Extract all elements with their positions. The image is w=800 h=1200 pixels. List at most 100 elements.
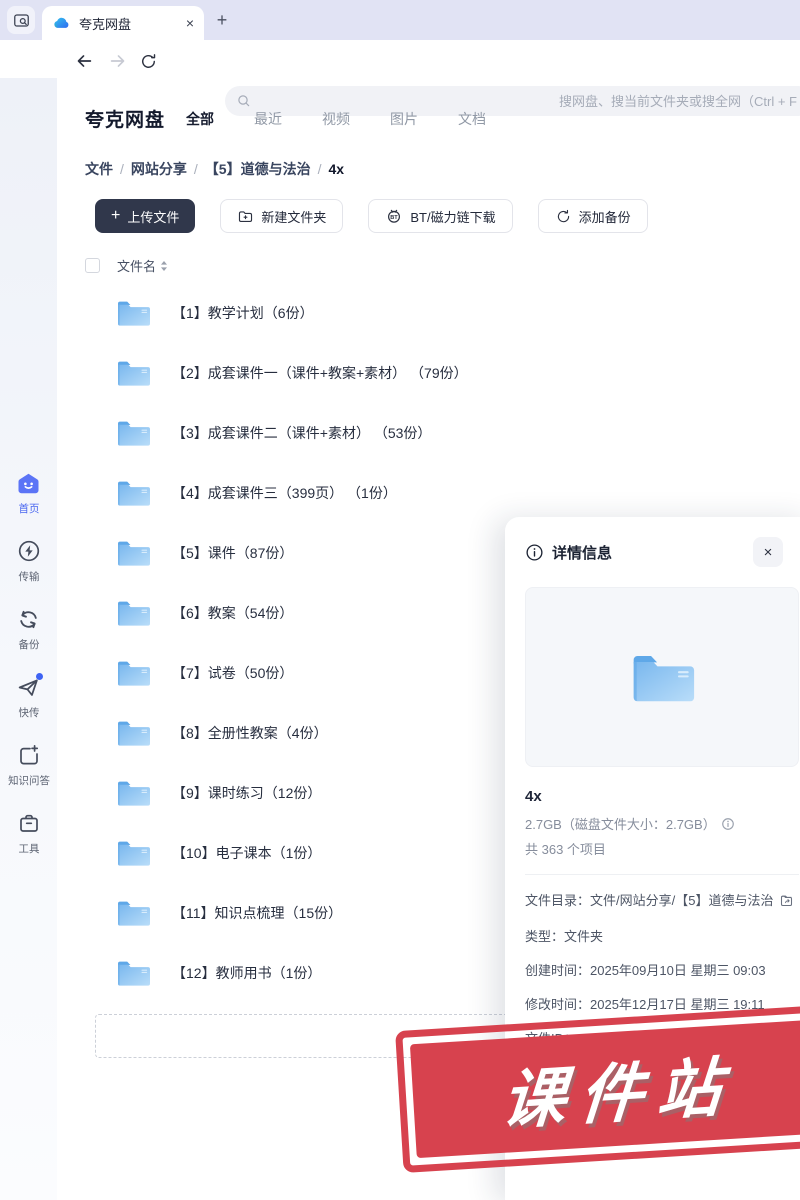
stamp-background: 课件站: [410, 1020, 800, 1158]
browser-titlebar: 夸克网盘 × +: [0, 0, 800, 40]
file-name: 【2】成套课件一（课件+教案+素材） （79份）: [172, 363, 468, 383]
file-row[interactable]: 【1】教学计划（6份）: [115, 283, 495, 343]
details-file-name: 4x: [525, 788, 797, 805]
file-row[interactable]: 【9】课时练习（12份）: [115, 763, 495, 823]
folder-icon: [115, 298, 151, 328]
tab-all[interactable]: 全部: [186, 109, 214, 129]
breadcrumb-current: 4x: [328, 161, 344, 177]
breadcrumb-morality-law[interactable]: 【5】道德与法治: [205, 159, 311, 179]
details-close-button[interactable]: ×: [753, 537, 783, 567]
notification-dot: [36, 673, 43, 680]
file-name: 【7】试卷（50份）: [172, 663, 293, 683]
folder-icon: [115, 358, 151, 388]
file-row[interactable]: 【6】教案（54份）: [115, 583, 495, 643]
select-all-checkbox[interactable]: [85, 258, 100, 273]
new-folder-icon: [237, 208, 254, 225]
sort-icon[interactable]: [160, 260, 168, 272]
upload-file-button[interactable]: + 上传文件: [95, 199, 195, 233]
details-type: 类型：文件夹: [525, 926, 797, 945]
svg-text:BT: BT: [391, 215, 399, 221]
toolbox-icon: [17, 810, 41, 836]
tab-close-icon[interactable]: ×: [186, 16, 194, 30]
file-name: 【5】课件（87份）: [172, 543, 293, 563]
breadcrumb-files[interactable]: 文件: [85, 159, 113, 179]
sidebar-label: 快传: [18, 704, 39, 719]
sidebar-label: 知识问答: [8, 772, 50, 787]
file-row[interactable]: 【10】电子课本（1份）: [115, 823, 495, 883]
sidebar-item-backup[interactable]: 备份: [0, 606, 57, 652]
add-backup-label: 添加备份: [579, 207, 631, 226]
plus-icon: +: [111, 207, 120, 225]
folder-icon: [115, 658, 151, 688]
breadcrumb-separator: /: [120, 161, 124, 177]
forward-button[interactable]: [106, 49, 130, 73]
back-button[interactable]: [72, 49, 96, 73]
window-search-icon: [12, 11, 31, 30]
folder-icon: [115, 778, 151, 808]
tab-documents[interactable]: 文档: [458, 109, 486, 129]
sidebar-label: 传输: [18, 568, 39, 583]
tab-search-button[interactable]: [7, 6, 35, 34]
folder-icon: [115, 838, 151, 868]
sidebar-item-home[interactable]: 首页: [0, 470, 57, 516]
breadcrumb-separator: /: [318, 161, 322, 177]
folder-icon: [115, 418, 151, 448]
folder-icon: [115, 958, 151, 988]
new-tab-button[interactable]: +: [212, 10, 232, 30]
file-name: 【8】全册性教案（4份）: [172, 723, 328, 743]
sidebar-item-tools[interactable]: 工具: [0, 810, 57, 856]
app-brand-title: 夸克网盘: [85, 105, 165, 132]
folder-preview-icon: [628, 649, 696, 706]
details-created: 创建时间：2025年09月10日 星期三 09:03: [525, 960, 797, 979]
sidebar-item-transfer[interactable]: 传输: [0, 538, 57, 584]
tab-videos[interactable]: 视频: [322, 109, 350, 129]
file-row[interactable]: 【2】成套课件一（课件+教案+素材） （79份）: [115, 343, 495, 403]
file-name: 【11】知识点梳理（15份）: [172, 903, 342, 923]
details-directory: 文件目录：文件/网站分享/【5】道德与法治: [525, 893, 773, 908]
browser-tab[interactable]: 夸克网盘 ×: [42, 6, 204, 40]
folder-icon: [115, 598, 151, 628]
goto-folder-icon[interactable]: [779, 893, 794, 908]
file-row[interactable]: 【11】知识点梳理（15份）: [115, 883, 495, 943]
sidebar-label: 首页: [18, 500, 39, 515]
file-preview: [525, 587, 799, 767]
add-backup-button[interactable]: 添加备份: [538, 199, 648, 233]
tab-images[interactable]: 图片: [390, 109, 418, 129]
sidebar-item-quick-transfer[interactable]: 快传: [0, 674, 57, 720]
file-name: 【3】成套课件二（课件+素材） （53份）: [172, 423, 431, 443]
bt-magnet-download-button[interactable]: BT BT/磁力链下载: [368, 199, 512, 233]
file-name: 【10】电子课本（1份）: [172, 843, 321, 863]
tab-recent[interactable]: 最近: [254, 109, 282, 129]
app-sidebar: 首页 传输 备份 快传 知识问答: [0, 78, 57, 1200]
file-name: 【4】成套课件三（399页） （1份）: [172, 483, 397, 503]
size-info-icon[interactable]: [721, 817, 735, 831]
folder-icon: [115, 898, 151, 928]
stamp-frame: 课件站: [395, 1005, 800, 1173]
folder-icon: [115, 478, 151, 508]
breadcrumb: 文件 / 网站分享 / 【5】道德与法治 / 4x: [85, 159, 344, 179]
file-row[interactable]: 【12】教师用书（1份）: [115, 943, 495, 1003]
browser-toolbar: [0, 40, 800, 82]
sidebar-item-knowledge-qa[interactable]: 知识问答: [0, 742, 57, 788]
file-row[interactable]: 【5】课件（87份）: [115, 523, 495, 583]
details-panel-title: 详情信息: [552, 542, 745, 563]
breadcrumb-site-share[interactable]: 网站分享: [131, 159, 187, 179]
add-backup-icon: [555, 208, 572, 225]
new-folder-button[interactable]: 新建文件夹: [220, 199, 343, 233]
file-row[interactable]: 【7】试卷（50份）: [115, 643, 495, 703]
info-icon: [525, 543, 544, 562]
filename-column-header: 文件名: [117, 256, 156, 275]
file-list-header: 文件名: [85, 256, 168, 275]
upload-file-label: 上传文件: [127, 207, 179, 226]
home-icon: [16, 470, 41, 496]
paper-plane-icon: [16, 674, 41, 700]
file-row[interactable]: 【8】全册性教案（4份）: [115, 703, 495, 763]
reload-button[interactable]: [136, 49, 160, 73]
sidebar-label: 备份: [18, 636, 39, 651]
browser-tab-title: 夸克网盘: [79, 14, 178, 33]
file-row[interactable]: 【4】成套课件三（399页） （1份）: [115, 463, 495, 523]
file-row[interactable]: 【3】成套课件二（课件+素材） （53份）: [115, 403, 495, 463]
courseware-station-stamp: 课件站: [395, 1005, 800, 1173]
backup-sync-icon: [16, 606, 41, 632]
sidebar-label: 工具: [18, 840, 39, 855]
